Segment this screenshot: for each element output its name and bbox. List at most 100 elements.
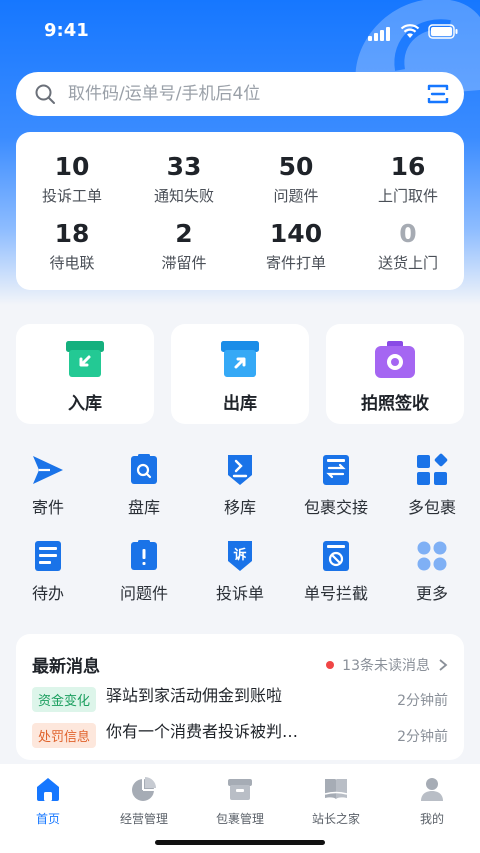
grid-item-complaint[interactable]: 诉 投诉单: [192, 538, 288, 604]
problem-icon: [131, 540, 157, 570]
stat-to-call[interactable]: 18 待电联: [16, 213, 128, 280]
news-time: 2分钟前: [397, 729, 448, 745]
battery-icon: [428, 24, 458, 39]
function-grid: 寄件 盘库 移库 包裹交接 多包裹 待办 问题件 诉 投诉单 单号拦截 更多: [0, 452, 480, 604]
status-time: 9:41: [44, 20, 89, 41]
todo-icon: [35, 541, 61, 571]
grid-label: 更多: [415, 584, 448, 603]
news-item[interactable]: 资金变化 驿站到家活动佣金到账啦 2分钟前: [32, 687, 448, 713]
news-title: 最新消息: [32, 657, 100, 677]
search-bar[interactable]: [16, 72, 464, 116]
news-time: 2分钟前: [397, 693, 448, 709]
stat-problem-items[interactable]: 50 问题件: [240, 146, 352, 213]
tab-label: 包裹管理: [215, 812, 264, 826]
complaint-icon: 诉: [228, 541, 252, 571]
stat-label: 问题件: [273, 186, 319, 205]
grid-item-handover[interactable]: 包裹交接: [288, 452, 384, 518]
news-header: 最新消息 13条未读消息: [32, 652, 448, 677]
stat-value: 33: [166, 152, 202, 182]
grid-item-move[interactable]: 移库: [192, 452, 288, 518]
stat-value: 10: [54, 152, 90, 182]
box-out-icon: [221, 340, 259, 377]
news-tag: 处罚信息: [32, 723, 97, 748]
wifi-icon: [400, 24, 420, 38]
stat-stranded[interactable]: 2 滞留件: [128, 213, 240, 280]
home-icon: [37, 778, 59, 801]
move-icon: [228, 455, 252, 485]
chevron-right-icon: [439, 658, 448, 671]
news-tag: 资金变化: [32, 687, 97, 712]
camera-icon: [375, 340, 415, 378]
search-icon: [35, 84, 55, 104]
status-icons: [368, 22, 458, 41]
grid-item-todo[interactable]: 待办: [0, 538, 96, 604]
stat-label: 上门取件: [377, 186, 438, 205]
grid-item-inventory[interactable]: 盘库: [96, 452, 192, 518]
handover-icon: [323, 455, 349, 485]
stock-in-label: 入库: [68, 393, 102, 414]
grid-item-problem[interactable]: 问题件: [96, 538, 192, 604]
photo-sign-label: 拍照签收: [361, 393, 429, 414]
tab-label: 首页: [35, 812, 60, 826]
grid-item-more[interactable]: 更多: [384, 538, 480, 604]
grid-label: 盘库: [127, 498, 160, 517]
stock-out-button[interactable]: 出库: [171, 324, 309, 424]
stat-send-print[interactable]: 140 寄件打单: [240, 213, 352, 280]
chart-icon: [132, 777, 156, 801]
home-indicator: [155, 840, 325, 845]
grid-label: 待办: [31, 584, 64, 603]
grid-label: 单号拦截: [303, 584, 368, 603]
stat-label: 投诉工单: [41, 186, 102, 205]
stat-value: 140: [269, 219, 323, 249]
tab-mine[interactable]: 我的: [384, 764, 480, 853]
grid-item-intercept[interactable]: 单号拦截: [288, 538, 384, 604]
grid-label: 多包裹: [407, 498, 456, 517]
book-icon: [324, 779, 348, 799]
news-card: 最新消息 13条未读消息 资金变化 驿站到家活动佣金到账啦 2分钟前 处罚信息 …: [16, 634, 464, 760]
grid-label: 移库: [223, 498, 256, 517]
primary-actions: 入库 出库 拍照签收: [16, 324, 464, 424]
news-text: 驿站到家活动佣金到账啦: [106, 686, 283, 705]
tab-label: 站长之家: [311, 812, 360, 826]
photo-sign-button[interactable]: 拍照签收: [326, 324, 464, 424]
package-icon: [228, 779, 252, 800]
stat-label: 通知失败: [153, 186, 214, 205]
stock-out-label: 出库: [223, 393, 257, 414]
grid-label: 问题件: [119, 584, 168, 603]
send-icon: [33, 456, 63, 484]
tab-label: 我的: [419, 812, 444, 826]
unread-count: 13条未读消息: [342, 657, 430, 674]
stat-label: 送货上门: [377, 253, 438, 272]
stat-label: 寄件打单: [265, 253, 326, 272]
news-text: 你有一个消费者投诉被判…: [106, 722, 299, 741]
stats-card: 10 投诉工单 33 通知失败 50 问题件 16 上门取件 18 待电联 2 …: [16, 132, 464, 290]
stock-in-button[interactable]: 入库: [16, 324, 154, 424]
stat-complaint-tickets[interactable]: 10 投诉工单: [16, 146, 128, 213]
box-in-icon: [66, 340, 104, 377]
grid-label: 寄件: [31, 498, 64, 517]
stat-notify-failed[interactable]: 33 通知失败: [128, 146, 240, 213]
unread-dot-icon: [326, 660, 335, 669]
multi-package-icon: [417, 453, 448, 485]
scan-icon[interactable]: [426, 82, 450, 106]
search-input[interactable]: [68, 84, 426, 104]
grid-item-send[interactable]: 寄件: [0, 452, 96, 518]
tab-label: 经营管理: [119, 812, 168, 826]
grid-item-multi-package[interactable]: 多包裹: [384, 452, 480, 518]
signal-icon: [368, 22, 392, 41]
stat-value: 16: [390, 152, 426, 182]
grid-label: 投诉单: [215, 584, 264, 603]
stat-door-delivery[interactable]: 0 送货上门: [352, 213, 464, 280]
intercept-icon: [323, 541, 349, 571]
stat-label: 滞留件: [161, 253, 207, 272]
tab-home[interactable]: 首页: [0, 764, 96, 853]
stat-value: 2: [175, 219, 193, 249]
unread-link[interactable]: 13条未读消息: [326, 655, 448, 675]
stat-label: 待电联: [49, 253, 95, 272]
news-item[interactable]: 处罚信息 你有一个消费者投诉被判… 2分钟前: [32, 723, 448, 749]
stat-value: 50: [278, 152, 314, 182]
stat-door-pickup[interactable]: 16 上门取件: [352, 146, 464, 213]
grid-label: 包裹交接: [303, 498, 368, 517]
status-bar: 9:41: [0, 0, 480, 60]
user-icon: [421, 778, 443, 801]
